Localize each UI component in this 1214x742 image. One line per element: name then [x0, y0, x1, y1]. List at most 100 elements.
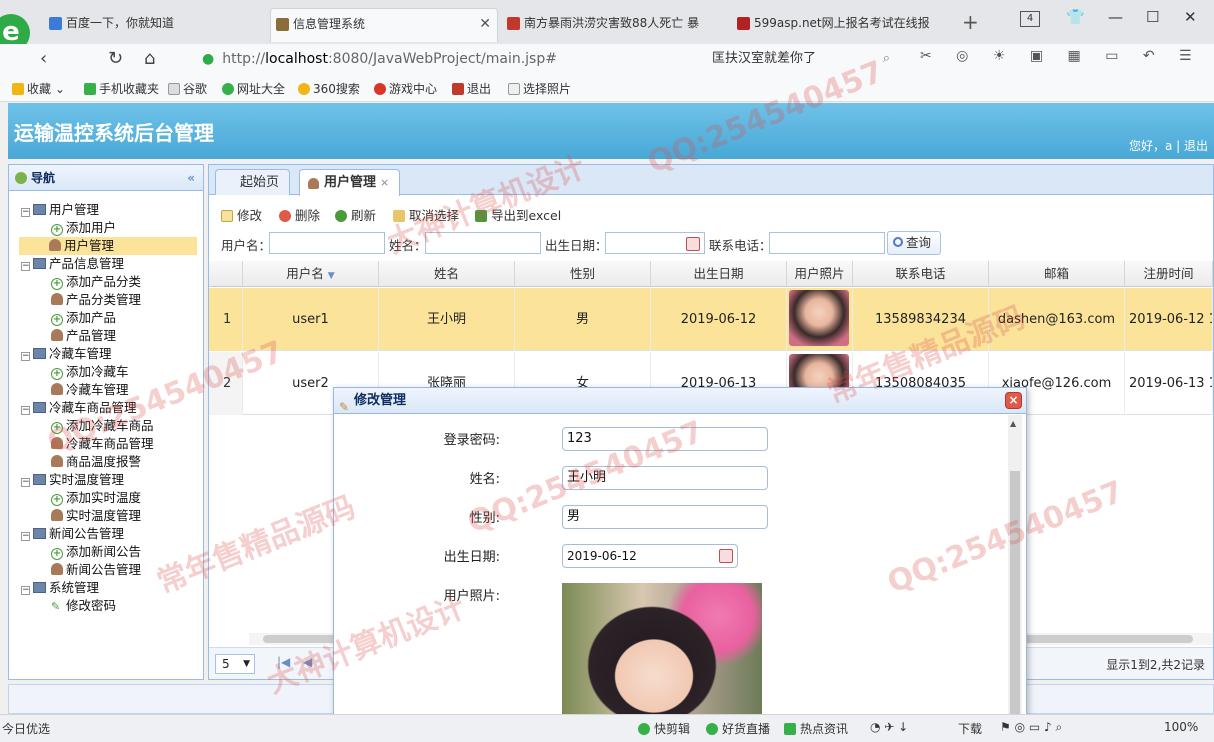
page-size-select[interactable]: 5 ▼ [215, 654, 255, 674]
browser-tab-active[interactable]: 信息管理系统 ✕ [270, 8, 498, 42]
refresh-button[interactable]: 刷新 [335, 205, 376, 224]
status-extra-icons[interactable]: ⚑ ◎ ▭ ♪ ⌕ [1000, 720, 1062, 735]
bookmark-select-photo[interactable]: 选择照片 [508, 80, 571, 97]
sidebar-item[interactable]: + 添加冷藏车商品 [21, 417, 197, 435]
scrollbar-thumb[interactable] [1010, 471, 1020, 727]
sidebar-group[interactable]: − 产品信息管理 [21, 255, 197, 273]
collapse-tree-icon[interactable]: − [21, 478, 30, 487]
sidebar-group[interactable]: − 冷藏车管理 [21, 345, 197, 363]
sidebar-item[interactable]: 商品温度报警 [21, 453, 197, 471]
close-tab-icon[interactable]: × [380, 176, 389, 189]
hot-news-item[interactable]: 热点资讯 [784, 720, 848, 737]
reload-icon[interactable]: ↻ [108, 48, 123, 69]
collapse-icon[interactable]: « [187, 165, 195, 191]
tab-start-page[interactable]: 起始页 [215, 169, 291, 195]
search-input[interactable]: 匡扶汉室就差你了 ⌕ [700, 48, 900, 70]
export-excel-button[interactable]: 导出到excel [475, 205, 561, 224]
status-tools-icon[interactable]: ◔ ✈ ↓ [870, 720, 908, 734]
back-icon[interactable]: ‹ [40, 48, 47, 69]
browser-tools[interactable]: ✂ ◎ ☀ ▣ ▦ ▭ ↶ ☰ [920, 48, 1202, 64]
delete-button[interactable]: 删除 [279, 205, 320, 224]
user-photo-thumbnail[interactable] [789, 290, 849, 346]
close-window-icon[interactable]: ✕ [1184, 8, 1197, 26]
name-field[interactable]: 王小明 [562, 466, 768, 490]
sidebar-item[interactable]: 冷藏车商品管理 [21, 435, 197, 453]
quick-edit-item[interactable]: 快剪辑 [638, 720, 690, 737]
sidebar-group[interactable]: − 实时温度管理 [21, 471, 197, 489]
column-header[interactable]: 用户名 ▼ [243, 261, 379, 287]
minimize-icon[interactable]: — [1108, 8, 1123, 26]
column-header[interactable]: 邮箱 [989, 261, 1125, 287]
table-row[interactable]: 1 user1 王小明 男 2019-06-12 13589834234 das… [209, 288, 1213, 351]
edit-button[interactable]: 修改 [221, 205, 262, 224]
sidebar-item[interactable]: + 添加用户 [21, 219, 197, 237]
password-field[interactable]: 123 [562, 427, 768, 451]
collapse-tree-icon[interactable]: − [21, 208, 30, 217]
sidebar-item[interactable]: + 添加冷藏车 [21, 363, 197, 381]
sidebar-group[interactable]: − 用户管理 [21, 201, 197, 219]
logout-link[interactable]: 退出 [1184, 139, 1208, 153]
dialog-vertical-scrollbar[interactable]: ▲ [1008, 415, 1022, 727]
sidebar-item[interactable]: 新闻公告管理 [21, 561, 197, 579]
first-page-icon[interactable]: |◀ [277, 655, 290, 669]
name-filter-input[interactable] [425, 232, 541, 254]
sidebar-group[interactable]: − 冷藏车商品管理 [21, 399, 197, 417]
shirt-icon[interactable]: 👕 [1066, 8, 1085, 26]
sidebar-item[interactable]: 产品分类管理 [21, 291, 197, 309]
birth-filter-input[interactable] [605, 232, 705, 254]
gender-field[interactable]: 男 [562, 505, 768, 529]
calendar-icon[interactable] [719, 549, 733, 563]
sidebar-item[interactable]: 冷藏车管理 [21, 381, 197, 399]
home-icon[interactable]: ⌂ [144, 48, 155, 69]
maximize-icon[interactable]: ☐ [1146, 8, 1159, 26]
sidebar-group[interactable]: − 新闻公告管理 [21, 525, 197, 543]
column-header[interactable]: 联系电话 [853, 261, 989, 287]
prev-page-icon[interactable]: ◀ [303, 655, 312, 669]
column-header[interactable]: 姓名 [379, 261, 515, 287]
column-header[interactable]: 出生日期 [651, 261, 787, 287]
zoom-level[interactable]: 100% [1164, 720, 1198, 734]
browser-tab[interactable]: 南方暴雨洪涝灾害致88人死亡 暴 [502, 8, 728, 42]
bookmark-games[interactable]: 游戏中心 [374, 80, 437, 97]
tab-user-management[interactable]: 用户管理 × [299, 169, 401, 196]
sidebar-item[interactable]: + 添加产品 [21, 309, 197, 327]
browser-tab[interactable]: 百度一下，你就知道 [44, 8, 266, 42]
search-button[interactable]: 查询 [887, 231, 941, 255]
live-shopping-item[interactable]: 好货直播 [706, 720, 770, 737]
close-dialog-button[interactable]: × [1005, 392, 1022, 409]
close-tab-icon[interactable]: ✕ [479, 9, 491, 39]
bookmark-mobile[interactable]: 手机收藏夹 [84, 80, 159, 97]
collapse-tree-icon[interactable]: − [21, 262, 30, 271]
column-header[interactable]: 性别 [515, 261, 651, 287]
new-tab-icon[interactable]: + [962, 10, 979, 34]
browser-tab[interactable]: 599asp.net网上报名考试在线报 [732, 8, 954, 42]
collapse-tree-icon[interactable]: − [21, 406, 30, 415]
sidebar-item[interactable]: 用户管理 [19, 237, 197, 255]
calendar-icon[interactable] [686, 237, 700, 251]
collapse-tree-icon[interactable]: − [21, 532, 30, 541]
tab-count-badge[interactable]: 4 [1020, 11, 1040, 27]
sidebar-group[interactable]: − 系统管理 [21, 579, 197, 597]
download-item[interactable]: 下载 [958, 720, 982, 737]
column-header[interactable]: 注册时间 [1125, 261, 1213, 287]
bookmark-360-search[interactable]: 360搜索 [298, 80, 360, 97]
sidebar-item[interactable]: + 添加产品分类 [21, 273, 197, 291]
collapse-tree-icon[interactable]: − [21, 352, 30, 361]
sidebar-item[interactable]: + 添加新闻公告 [21, 543, 197, 561]
bookmark-logout[interactable]: 退出 [452, 80, 491, 97]
scroll-up-icon[interactable]: ▲ [1010, 419, 1016, 428]
bookmark-site-directory[interactable]: 网址大全 [222, 80, 285, 97]
username-filter-input[interactable] [269, 232, 385, 254]
bookmark-favorites[interactable]: 收藏 ⌄ [12, 80, 65, 97]
url-input[interactable]: ● http://localhost:8080/JavaWebProject/ma… [192, 47, 692, 71]
search-icon[interactable]: ⌕ [883, 48, 890, 70]
cancel-selection-button[interactable]: 取消选择 [393, 205, 459, 224]
column-header[interactable]: 用户照片 [787, 261, 853, 287]
birth-date-field[interactable]: 2019-06-12 [562, 544, 738, 568]
sidebar-item[interactable]: ✎ 修改密码 [21, 597, 197, 615]
sidebar-item[interactable]: 产品管理 [21, 327, 197, 345]
bookmark-google[interactable]: 谷歌 [168, 80, 207, 97]
sidebar-item[interactable]: + 添加实时温度 [21, 489, 197, 507]
collapse-tree-icon[interactable]: − [21, 586, 30, 595]
sidebar-item[interactable]: 实时温度管理 [21, 507, 197, 525]
